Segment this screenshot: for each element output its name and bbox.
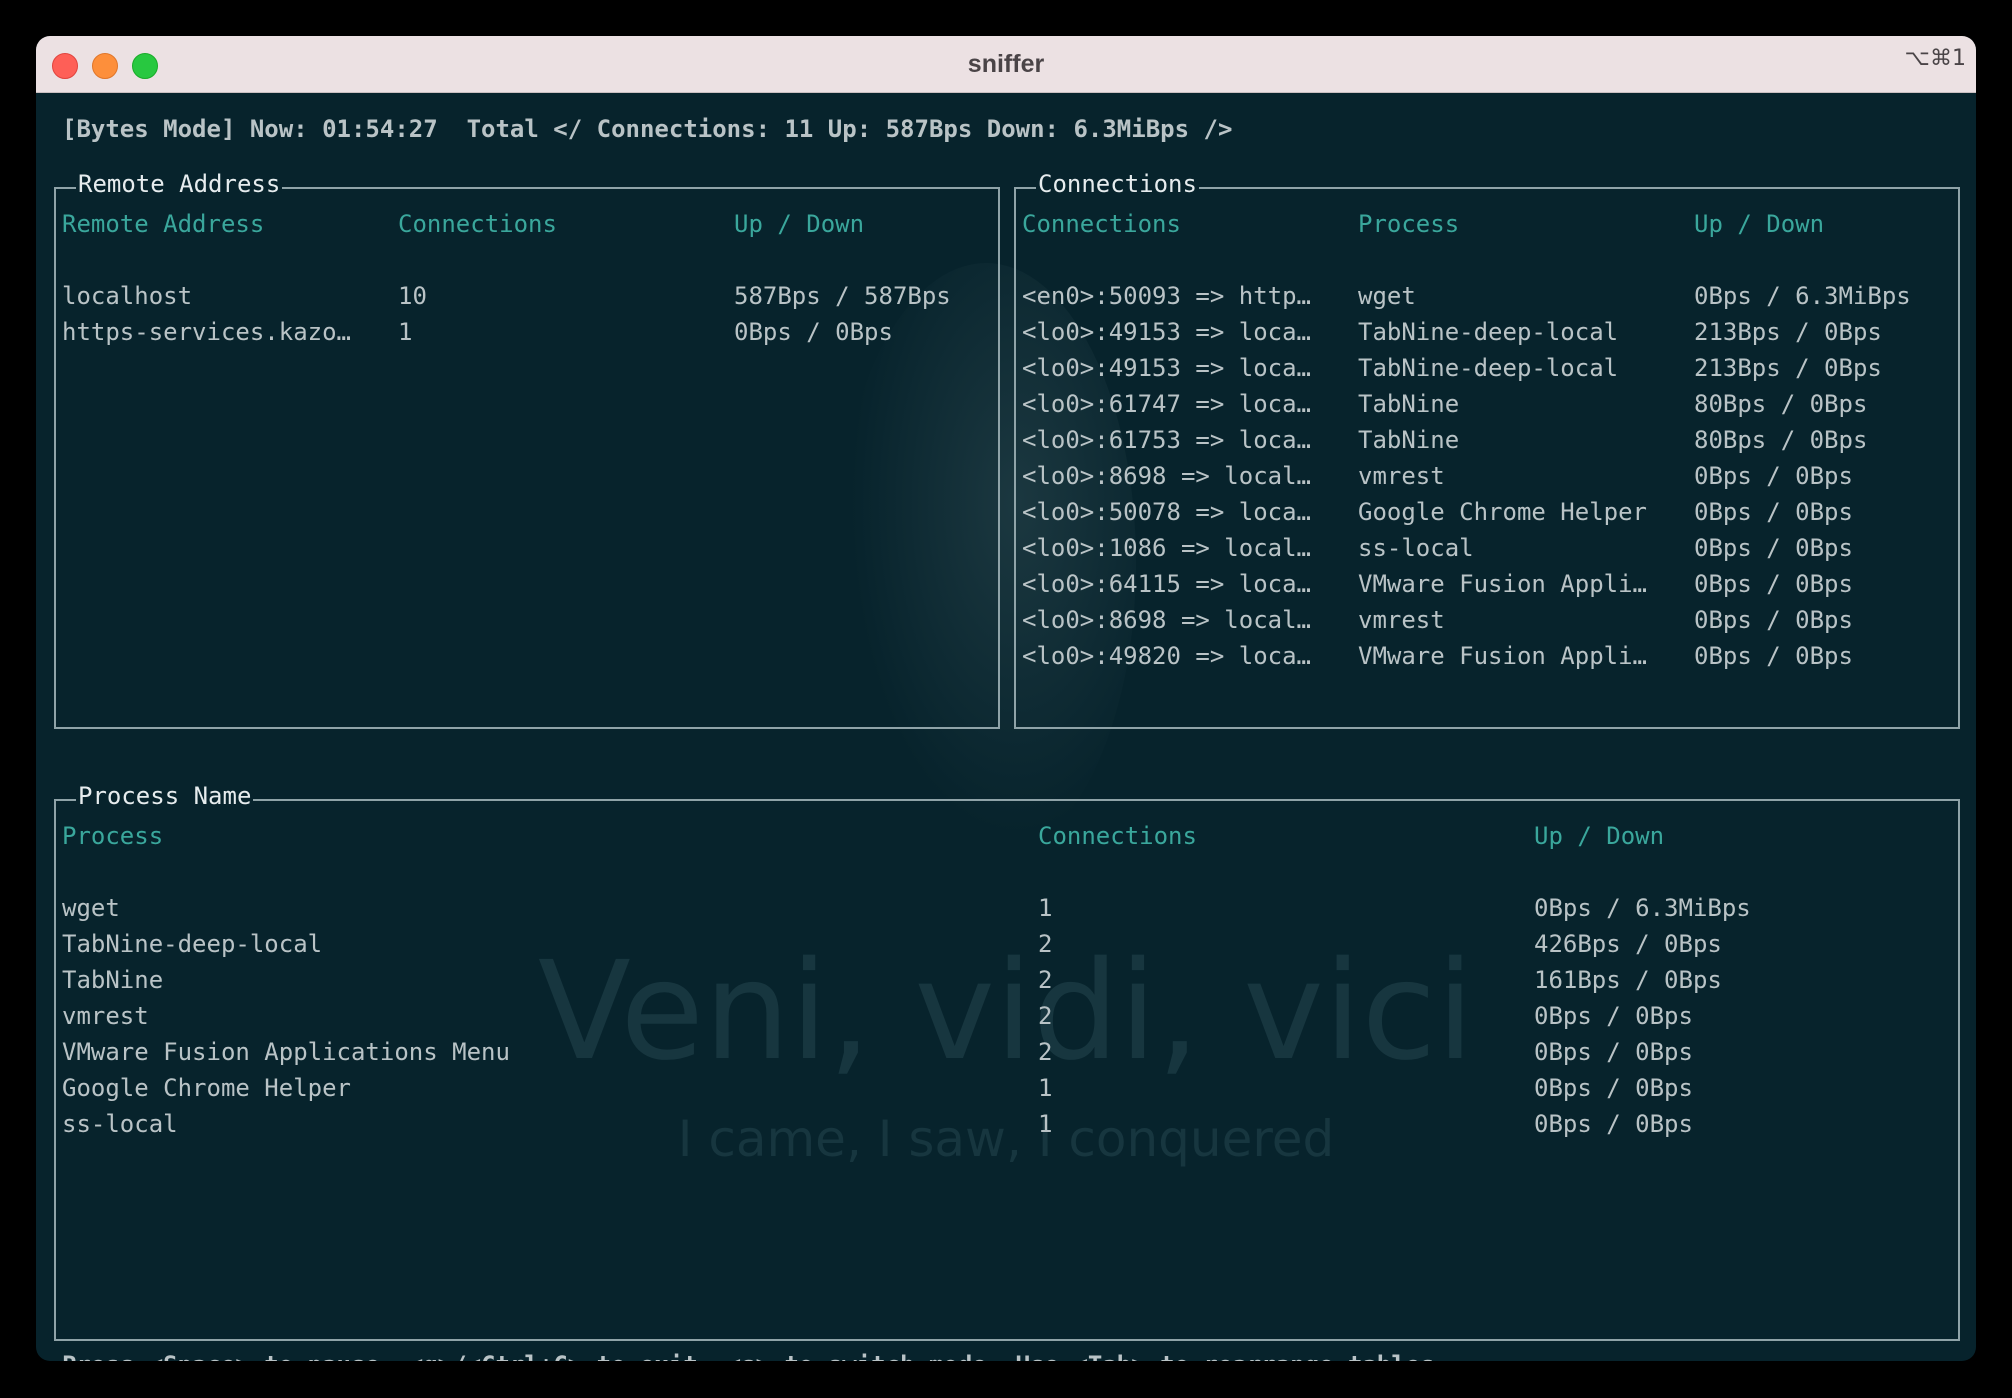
- table-cell: vmrest: [1358, 462, 1445, 490]
- table-cell: 0Bps / 0Bps: [1534, 1038, 1693, 1066]
- terminal-window: sniffer ⌥⌘1 Veni, vidi, vici I came, I s…: [36, 36, 1976, 1361]
- table-cell: 2: [1038, 966, 1053, 994]
- table-cell: https-services.kazo…: [62, 318, 351, 346]
- table-cell: 587Bps / 587Bps: [734, 282, 951, 310]
- table-cell: 0Bps / 0Bps: [1694, 462, 1853, 490]
- table-cell: 2: [1038, 1002, 1053, 1030]
- table-cell: 0Bps / 0Bps: [1534, 1110, 1693, 1138]
- table-cell: <lo0>:64115 => loca…: [1022, 570, 1311, 598]
- panel-title: Connections: [1036, 170, 1199, 198]
- table-cell: 0Bps / 0Bps: [1534, 1074, 1693, 1102]
- table-cell: TabNine-deep-local: [62, 930, 323, 958]
- table-cell: 0Bps / 0Bps: [734, 318, 893, 346]
- title-bar[interactable]: sniffer ⌥⌘1: [36, 36, 1976, 93]
- table-cell: <lo0>:50078 => loca…: [1022, 498, 1311, 526]
- window-title: sniffer: [967, 50, 1045, 78]
- table-cell: 0Bps / 0Bps: [1694, 498, 1853, 526]
- process-name-panel: Process Name: [54, 782, 1960, 1341]
- table-cell: Google Chrome Helper: [62, 1074, 351, 1102]
- table-cell: VMware Fusion Appli…: [1358, 570, 1647, 598]
- table-cell: vmrest: [62, 1002, 149, 1030]
- column-header: Up / Down: [734, 210, 865, 238]
- table-cell: 0Bps / 6.3MiBps: [1534, 894, 1751, 922]
- table-cell: <lo0>:1086 => local…: [1022, 534, 1311, 562]
- table-cell: 0Bps / 0Bps: [1694, 642, 1853, 670]
- help-footer: Press <Space> to pause, <q>/<Ctrl+C> to …: [62, 1351, 1435, 1361]
- table-cell: ss-local: [62, 1110, 178, 1138]
- terminal-content[interactable]: Veni, vidi, vici I came, I saw, I conque…: [36, 93, 1976, 1361]
- table-cell: 1: [1038, 1110, 1053, 1138]
- table-cell: 213Bps / 0Bps: [1694, 318, 1882, 346]
- column-header: Connections: [1022, 210, 1181, 238]
- table-cell: 0Bps / 0Bps: [1534, 1002, 1693, 1030]
- table-cell: 0Bps / 0Bps: [1694, 570, 1853, 598]
- column-header: Connections: [398, 210, 557, 238]
- table-cell: <lo0>:8698 => local…: [1022, 606, 1311, 634]
- table-cell: <en0>:50093 => http…: [1022, 282, 1311, 310]
- column-header: Process: [62, 822, 164, 850]
- table-cell: 0Bps / 6.3MiBps: [1694, 282, 1911, 310]
- table-cell: 10: [398, 282, 427, 310]
- column-header: Up / Down: [1534, 822, 1665, 850]
- panel-title: Remote Address: [76, 170, 283, 198]
- table-cell: <lo0>:61753 => loca…: [1022, 426, 1311, 454]
- table-cell: <lo0>:8698 => local…: [1022, 462, 1311, 490]
- window-shortcut-label: ⌥⌘1: [1904, 46, 1966, 71]
- table-cell: VMware Fusion Applications Menu: [62, 1038, 510, 1066]
- table-cell: ss-local: [1358, 534, 1474, 562]
- column-header: Connections: [1038, 822, 1197, 850]
- table-cell: 1: [398, 318, 413, 346]
- table-cell: <lo0>:49153 => loca…: [1022, 354, 1311, 382]
- table-cell: TabNine: [1358, 426, 1460, 454]
- table-cell: <lo0>:61747 => loca…: [1022, 390, 1311, 418]
- remote-address-panel: Remote Address: [54, 170, 1000, 729]
- table-cell: 80Bps / 0Bps: [1694, 426, 1868, 454]
- table-cell: TabNine-deep-local: [1358, 354, 1619, 382]
- table-cell: 161Bps / 0Bps: [1534, 966, 1722, 994]
- table-cell: 2: [1038, 1038, 1053, 1066]
- table-cell: 213Bps / 0Bps: [1694, 354, 1882, 382]
- table-cell: 2: [1038, 930, 1053, 958]
- table-cell: 1: [1038, 894, 1053, 922]
- status-line: [Bytes Mode] Now: 01:54:27 Total </ Conn…: [62, 115, 1233, 143]
- table-cell: 1: [1038, 1074, 1053, 1102]
- column-header: Process: [1358, 210, 1460, 238]
- table-cell: 0Bps / 0Bps: [1694, 606, 1853, 634]
- table-cell: 80Bps / 0Bps: [1694, 390, 1868, 418]
- table-cell: TabNine-deep-local: [1358, 318, 1619, 346]
- table-cell: wget: [1358, 282, 1416, 310]
- table-cell: TabNine: [62, 966, 164, 994]
- table-cell: 0Bps / 0Bps: [1694, 534, 1853, 562]
- table-cell: VMware Fusion Appli…: [1358, 642, 1647, 670]
- column-header: Up / Down: [1694, 210, 1825, 238]
- table-cell: wget: [62, 894, 120, 922]
- table-cell: Google Chrome Helper: [1358, 498, 1647, 526]
- table-cell: <lo0>:49153 => loca…: [1022, 318, 1311, 346]
- panel-title: Process Name: [76, 782, 254, 810]
- table-cell: TabNine: [1358, 390, 1460, 418]
- column-header: Remote Address: [62, 210, 265, 238]
- table-cell: <lo0>:49820 => loca…: [1022, 642, 1311, 670]
- table-cell: vmrest: [1358, 606, 1445, 634]
- table-cell: 426Bps / 0Bps: [1534, 930, 1722, 958]
- table-cell: localhost: [62, 282, 193, 310]
